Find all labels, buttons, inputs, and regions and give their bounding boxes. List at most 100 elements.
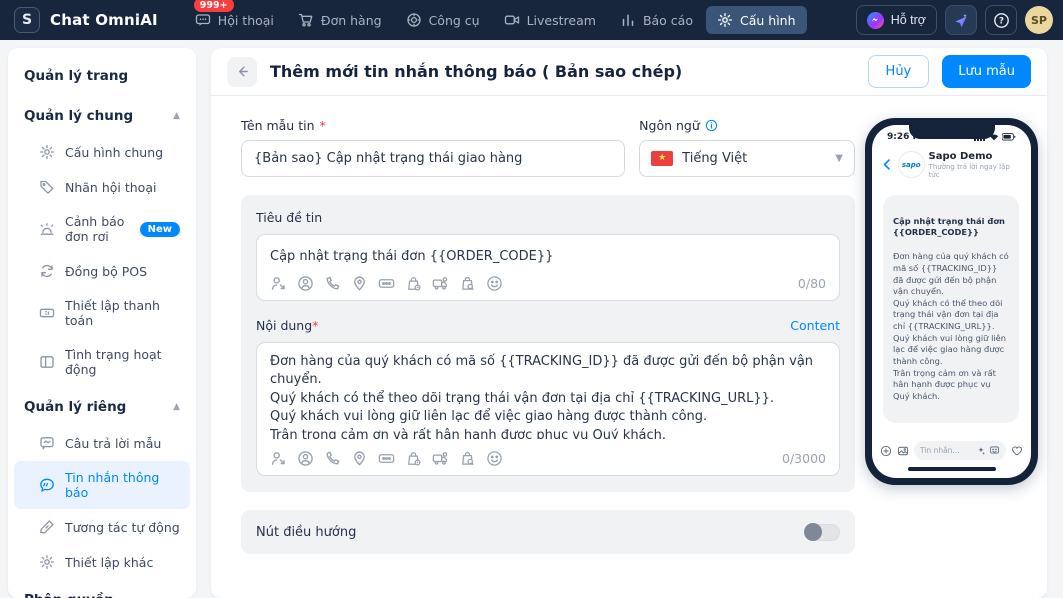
banknote-icon	[39, 308, 55, 318]
location-icon[interactable]	[351, 275, 368, 292]
columns-icon	[40, 356, 54, 368]
nav-item-tools[interactable]: Công cụ	[395, 6, 491, 34]
sidebar-item-dropped-order-alert[interactable]: Cảnh báo đơn rơi New	[14, 205, 190, 253]
magic-icon[interactable]	[976, 446, 986, 456]
sidebar-item-label: Tương tác tự động	[65, 519, 180, 535]
nav-label: Livestream	[526, 12, 596, 28]
brand[interactable]: S Chat OmniAI	[10, 7, 158, 33]
sidebar-item-label: Thiết lập khác	[65, 554, 154, 570]
message-content-textarea[interactable]: Đơn hàng của quý khách có mã số {{TRACKI…	[270, 353, 826, 439]
share-contact-icon[interactable]	[270, 450, 287, 467]
gear-icon	[39, 554, 55, 570]
message-placeholder: Tin nhắn...	[920, 446, 960, 455]
battery-icon	[1002, 133, 1016, 141]
phone-icon[interactable]	[324, 450, 341, 467]
money-icon[interactable]	[378, 275, 395, 292]
nav-item-livestream[interactable]: Livestream	[493, 6, 607, 34]
tracking-icon[interactable]	[459, 275, 476, 292]
sidebar-item-conversation-labels[interactable]: Nhãn hội thoại	[14, 170, 190, 204]
order-status-icon[interactable]	[405, 450, 422, 467]
phone-preview: 9:26 PM sapo Sapo Demo Thường trả lời ng…	[865, 118, 1038, 485]
sidebar-item-permissions[interactable]: Phân quyền	[8, 580, 196, 598]
preview-message-bubble: Cập nhật trạng thái đơn {{ORDER_CODE}} Đ…	[883, 195, 1019, 423]
language-value: Tiếng Việt	[682, 151, 748, 166]
support-label: Hỗ trợ	[890, 13, 926, 27]
money-icon[interactable]	[378, 450, 395, 467]
info-icon	[705, 119, 717, 132]
sidebar-group-general[interactable]: Quản lý chung ▲	[8, 96, 196, 134]
sidebar-item-label: Cấu hình chung	[65, 144, 164, 160]
emoji-icon[interactable]	[486, 275, 503, 292]
phone-notch	[908, 125, 995, 139]
sidebar-item-notification-messages[interactable]: Tin nhắn thông báo	[14, 461, 190, 509]
sidebar-item-label: Đồng bộ POS	[65, 263, 148, 279]
support-button[interactable]: Hỗ trợ	[855, 5, 937, 35]
required-asterisk: *	[312, 318, 319, 333]
sparkle-plane-icon	[955, 14, 967, 28]
phone-input-bar: Tin nhắn...	[872, 436, 1031, 463]
phone-icon[interactable]	[324, 275, 341, 292]
plus-circle-icon[interactable]	[880, 445, 892, 457]
order-status-icon[interactable]	[405, 275, 422, 292]
emoji-icon[interactable]	[486, 450, 503, 467]
heart-icon[interactable]	[1011, 445, 1023, 457]
question-icon: ?	[993, 12, 1009, 28]
language-select[interactable]: ★ Tiếng Việt ▼	[639, 140, 855, 177]
sidebar-group-private[interactable]: Quản lý riêng ▲	[8, 387, 196, 425]
navigation-button-label: Nút điều hướng	[256, 524, 357, 540]
tracking-icon[interactable]	[459, 450, 476, 467]
assistant-button[interactable]	[945, 5, 977, 35]
sidebar-item-pos-sync[interactable]: Đồng bộ POS	[14, 254, 190, 288]
sticker-icon[interactable]	[989, 445, 1000, 456]
sidebar-item-auto-interaction[interactable]: Tương tác tự động	[14, 510, 190, 544]
chat-icon	[195, 14, 210, 27]
template-name-input[interactable]	[241, 140, 626, 177]
content-toolbar: 0/3000	[270, 450, 826, 467]
help-button[interactable]: ?	[985, 5, 1017, 35]
toggle-knob	[804, 523, 822, 541]
sidebar-item-reply-templates[interactable]: Câu trả lời mẫu	[14, 426, 190, 460]
customer-icon[interactable]	[297, 450, 314, 467]
back-chevron-icon[interactable]	[881, 158, 894, 171]
brand-name: Chat OmniAI	[50, 11, 158, 29]
alarm-icon	[40, 223, 54, 235]
message-title-input[interactable]	[270, 247, 826, 268]
tag-icon	[40, 180, 54, 194]
messenger-icon	[866, 11, 884, 29]
nav-item-reports[interactable]: Báo cáo	[609, 6, 704, 34]
share-contact-icon[interactable]	[270, 275, 287, 292]
image-icon[interactable]	[897, 445, 909, 457]
tools-icon	[406, 13, 421, 27]
user-avatar[interactable]: SP	[1025, 6, 1053, 34]
sidebar-item-activity-status[interactable]: Tình trạng hoạt động	[14, 338, 190, 386]
sidebar-item-page-management[interactable]: Quản lý trang	[8, 56, 196, 96]
navigation-button-toggle[interactable]	[804, 523, 840, 541]
settings-sidebar: Quản lý trang Quản lý chung ▲ Cấu hình c…	[8, 48, 196, 598]
back-button[interactable]	[227, 56, 257, 87]
location-icon[interactable]	[351, 450, 368, 467]
nav-item-conversations[interactable]: 999+ Hội thoại	[184, 0, 285, 34]
title-composer: 0/80	[256, 234, 840, 301]
content-link[interactable]: Content	[790, 318, 840, 333]
save-template-button[interactable]: Lưu mẫu	[942, 55, 1031, 88]
cancel-button[interactable]: Hủy	[867, 55, 930, 88]
chat-quote-icon	[40, 478, 54, 492]
shipping-icon[interactable]	[432, 275, 449, 292]
nav-item-settings[interactable]: Cấu hình	[705, 6, 807, 34]
sidebar-item-label: Thiết lập thanh toán	[65, 298, 160, 328]
gear-icon	[717, 12, 733, 28]
sidebar-item-general-config[interactable]: Cấu hình chung	[14, 135, 190, 169]
sidebar-item-other-settings[interactable]: Thiết lập khác	[14, 545, 190, 579]
customer-icon[interactable]	[297, 275, 314, 292]
sidebar-item-payment-settings[interactable]: Thiết lập thanh toán	[14, 289, 190, 337]
nav-item-orders[interactable]: Đơn hàng	[287, 6, 393, 34]
message-editor-panel: Tiêu đề tin 0/80	[241, 195, 855, 492]
message-input[interactable]: Tin nhắn...	[914, 441, 1006, 460]
sidebar-item-label: Tin nhắn thông báo	[65, 470, 160, 500]
bar-chart-icon	[622, 14, 634, 26]
title-section-label: Tiêu đề tin	[256, 210, 323, 225]
page-header: Thêm mới tin nhắn thông báo ( Bản sao ch…	[211, 48, 1047, 96]
shipping-icon[interactable]	[432, 450, 449, 467]
topbar: S Chat OmniAI 999+ Hội thoại Đơn hàng Cô…	[0, 0, 1063, 40]
cart-icon	[298, 13, 313, 27]
